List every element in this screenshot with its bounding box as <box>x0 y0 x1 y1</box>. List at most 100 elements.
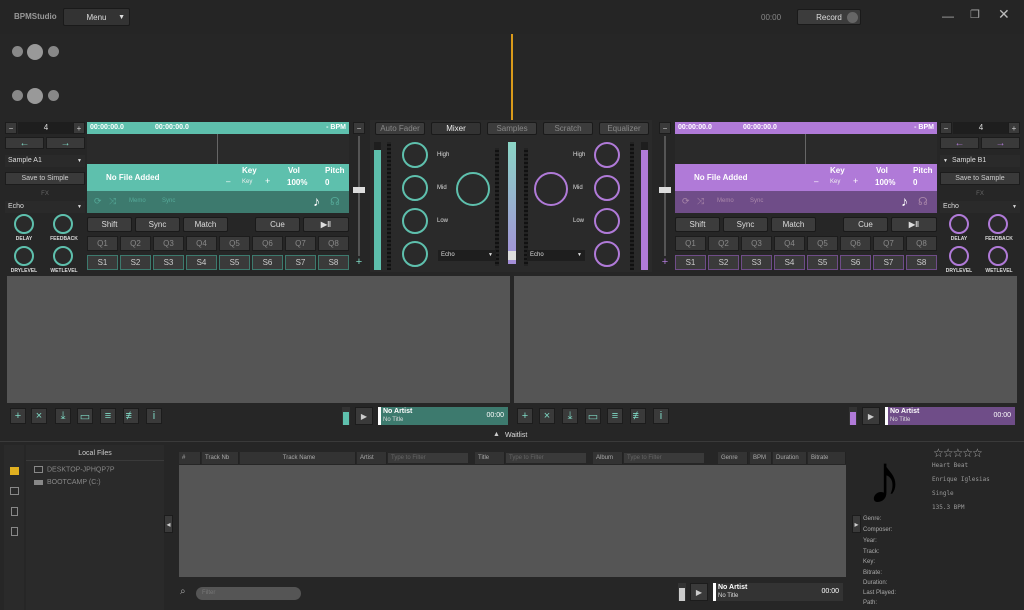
menu-button[interactable]: Menu ▼ <box>63 8 130 26</box>
pitch-down-button[interactable]: − <box>5 122 17 134</box>
pad-q2-b[interactable]: Q2 <box>708 236 739 251</box>
col-album[interactable]: Album <box>593 452 623 464</box>
pad-q3-b[interactable]: Q3 <box>741 236 772 251</box>
drylevel-knob-b[interactable] <box>949 246 969 266</box>
feedback-knob-b[interactable] <box>988 214 1008 234</box>
playlist-add-icon[interactable]: ≡ <box>607 408 623 424</box>
prelisten-volume-a[interactable] <box>342 407 350 425</box>
col-duration[interactable]: Duration <box>773 452 807 464</box>
shift-button-b[interactable]: Shift <box>675 217 720 232</box>
eq-mid-knob-a[interactable] <box>402 175 428 201</box>
pitch-slider-b-minus[interactable]: − <box>659 122 671 134</box>
document-icon[interactable] <box>11 507 18 516</box>
pad-q4[interactable]: Q4 <box>186 236 217 251</box>
cue-button[interactable]: Cue <box>255 217 300 232</box>
pad-s1-b[interactable]: S1 <box>675 255 706 270</box>
pad-q3[interactable]: Q3 <box>153 236 184 251</box>
gain-knob-a[interactable] <box>456 172 490 206</box>
collapse-right-button[interactable]: ▸ <box>852 515 861 533</box>
pad-q1[interactable]: Q1 <box>87 236 118 251</box>
volume-fader-a[interactable] <box>374 142 381 270</box>
tab-mixer[interactable]: Mixer <box>431 122 481 135</box>
tab-equalizer[interactable]: Equalizer <box>599 122 649 135</box>
pad-q1-b[interactable]: Q1 <box>675 236 706 251</box>
col-artist[interactable]: Artist <box>357 452 387 464</box>
col-track-nb[interactable]: Track Nb <box>202 452 239 464</box>
tree-item-bootcamp[interactable]: BOOTCAMP (C:) <box>34 479 101 486</box>
remove-icon[interactable]: × <box>539 408 555 424</box>
gain-knob-b[interactable] <box>534 172 568 206</box>
shuffle-icon[interactable]: ⤨ <box>697 196 704 207</box>
sync-button-b[interactable]: Sync <box>723 217 768 232</box>
search-input[interactable]: Filter <box>196 587 301 600</box>
effect-knobs-top[interactable] <box>12 44 62 60</box>
pitch-up-button-b[interactable]: + <box>1008 122 1020 134</box>
delay-knob[interactable] <box>14 214 34 234</box>
sync-button[interactable]: Sync <box>135 217 180 232</box>
pad-q5[interactable]: Q5 <box>219 236 250 251</box>
col-bpm[interactable]: BPM <box>750 452 772 464</box>
col-bitrate[interactable]: Bitrate <box>808 452 846 464</box>
pad-s8[interactable]: S8 <box>318 255 349 270</box>
restore-icon[interactable]: ❐ <box>970 8 980 21</box>
effect-knobs-bottom[interactable] <box>12 88 62 104</box>
eq-low-knob-b[interactable] <box>594 208 620 234</box>
eq-low-knob-a[interactable] <box>402 208 428 234</box>
folder-icon[interactable]: ▭ <box>77 408 93 424</box>
pad-s6-b[interactable]: S6 <box>840 255 871 270</box>
local-files-icon[interactable] <box>10 467 19 475</box>
rating-stars[interactable]: ☆☆☆☆☆ <box>933 446 983 460</box>
playlist-add-icon[interactable]: ≡ <box>100 408 116 424</box>
download-icon[interactable]: ⤓ <box>55 408 71 424</box>
cue-button-b[interactable]: Cue <box>843 217 888 232</box>
playlist-remove-icon[interactable]: ≢ <box>123 408 139 424</box>
pad-q7[interactable]: Q7 <box>285 236 316 251</box>
collapse-left-button[interactable]: ◂ <box>164 515 173 533</box>
record-button[interactable]: Record <box>797 9 861 25</box>
nudge-forward-button[interactable]: → <box>46 137 85 149</box>
pitch-handle[interactable] <box>353 187 365 193</box>
remove-icon[interactable]: × <box>31 408 47 424</box>
pad-q5-b[interactable]: Q5 <box>807 236 838 251</box>
filter-title-input[interactable]: Type to Filter <box>506 453 586 463</box>
pad-q2[interactable]: Q2 <box>120 236 151 251</box>
tab-auto-fader[interactable]: Auto Fader <box>375 122 425 135</box>
headphones-icon[interactable]: ☊ <box>918 195 928 208</box>
nudge-back-button[interactable]: ← <box>5 137 44 149</box>
playlists-icon[interactable] <box>10 487 19 495</box>
key-plus-button-b[interactable]: + <box>853 176 858 186</box>
pad-s5-b[interactable]: S5 <box>807 255 838 270</box>
pad-s6[interactable]: S6 <box>252 255 283 270</box>
wetlevel-knob-b[interactable] <box>988 246 1008 266</box>
save-sample-button-b[interactable]: Save to Sample <box>940 172 1020 185</box>
pitch-value-b[interactable]: 4 <box>953 122 1009 134</box>
pitch-slider-minus[interactable]: − <box>353 122 365 134</box>
prelisten-volume-c[interactable] <box>678 583 686 601</box>
sample-select[interactable]: Sample A1 ▼ <box>5 155 85 167</box>
info-icon[interactable]: i <box>653 408 669 424</box>
playlist-panel-b[interactable] <box>514 276 1017 403</box>
eq-high-knob-a[interactable] <box>402 142 428 168</box>
pad-s7[interactable]: S7 <box>285 255 316 270</box>
eq-high-knob-b[interactable] <box>594 142 620 168</box>
play-pause-button-b[interactable]: ▶‖ <box>891 217 937 232</box>
shuffle-icon[interactable]: ⤨ <box>109 196 116 207</box>
feedback-knob[interactable] <box>53 214 73 234</box>
pitch-down-button-b[interactable]: − <box>940 122 952 134</box>
col-title[interactable]: Title <box>475 452 505 464</box>
tree-item-desktop[interactable]: DESKTOP-JPHQP7P <box>34 466 115 473</box>
add-icon[interactable]: + <box>10 408 26 424</box>
fx-select-mixer-a[interactable]: Echo ▼ <box>438 250 496 261</box>
pad-s2-b[interactable]: S2 <box>708 255 739 270</box>
pad-s8-b[interactable]: S8 <box>906 255 937 270</box>
key-plus-button[interactable]: + <box>265 176 270 186</box>
playlist-panel-a[interactable] <box>7 276 510 403</box>
key-minus-button-b[interactable]: – <box>814 177 818 186</box>
key-minus-button[interactable]: – <box>226 177 230 186</box>
save-sample-button[interactable]: Save to Simple <box>5 172 85 185</box>
loop-icon[interactable]: ⟳ <box>94 196 102 207</box>
pad-q7-b[interactable]: Q7 <box>873 236 904 251</box>
nudge-forward-button-b[interactable]: → <box>981 137 1020 149</box>
volume-fader-b[interactable] <box>641 142 648 270</box>
track-list[interactable] <box>179 465 846 577</box>
